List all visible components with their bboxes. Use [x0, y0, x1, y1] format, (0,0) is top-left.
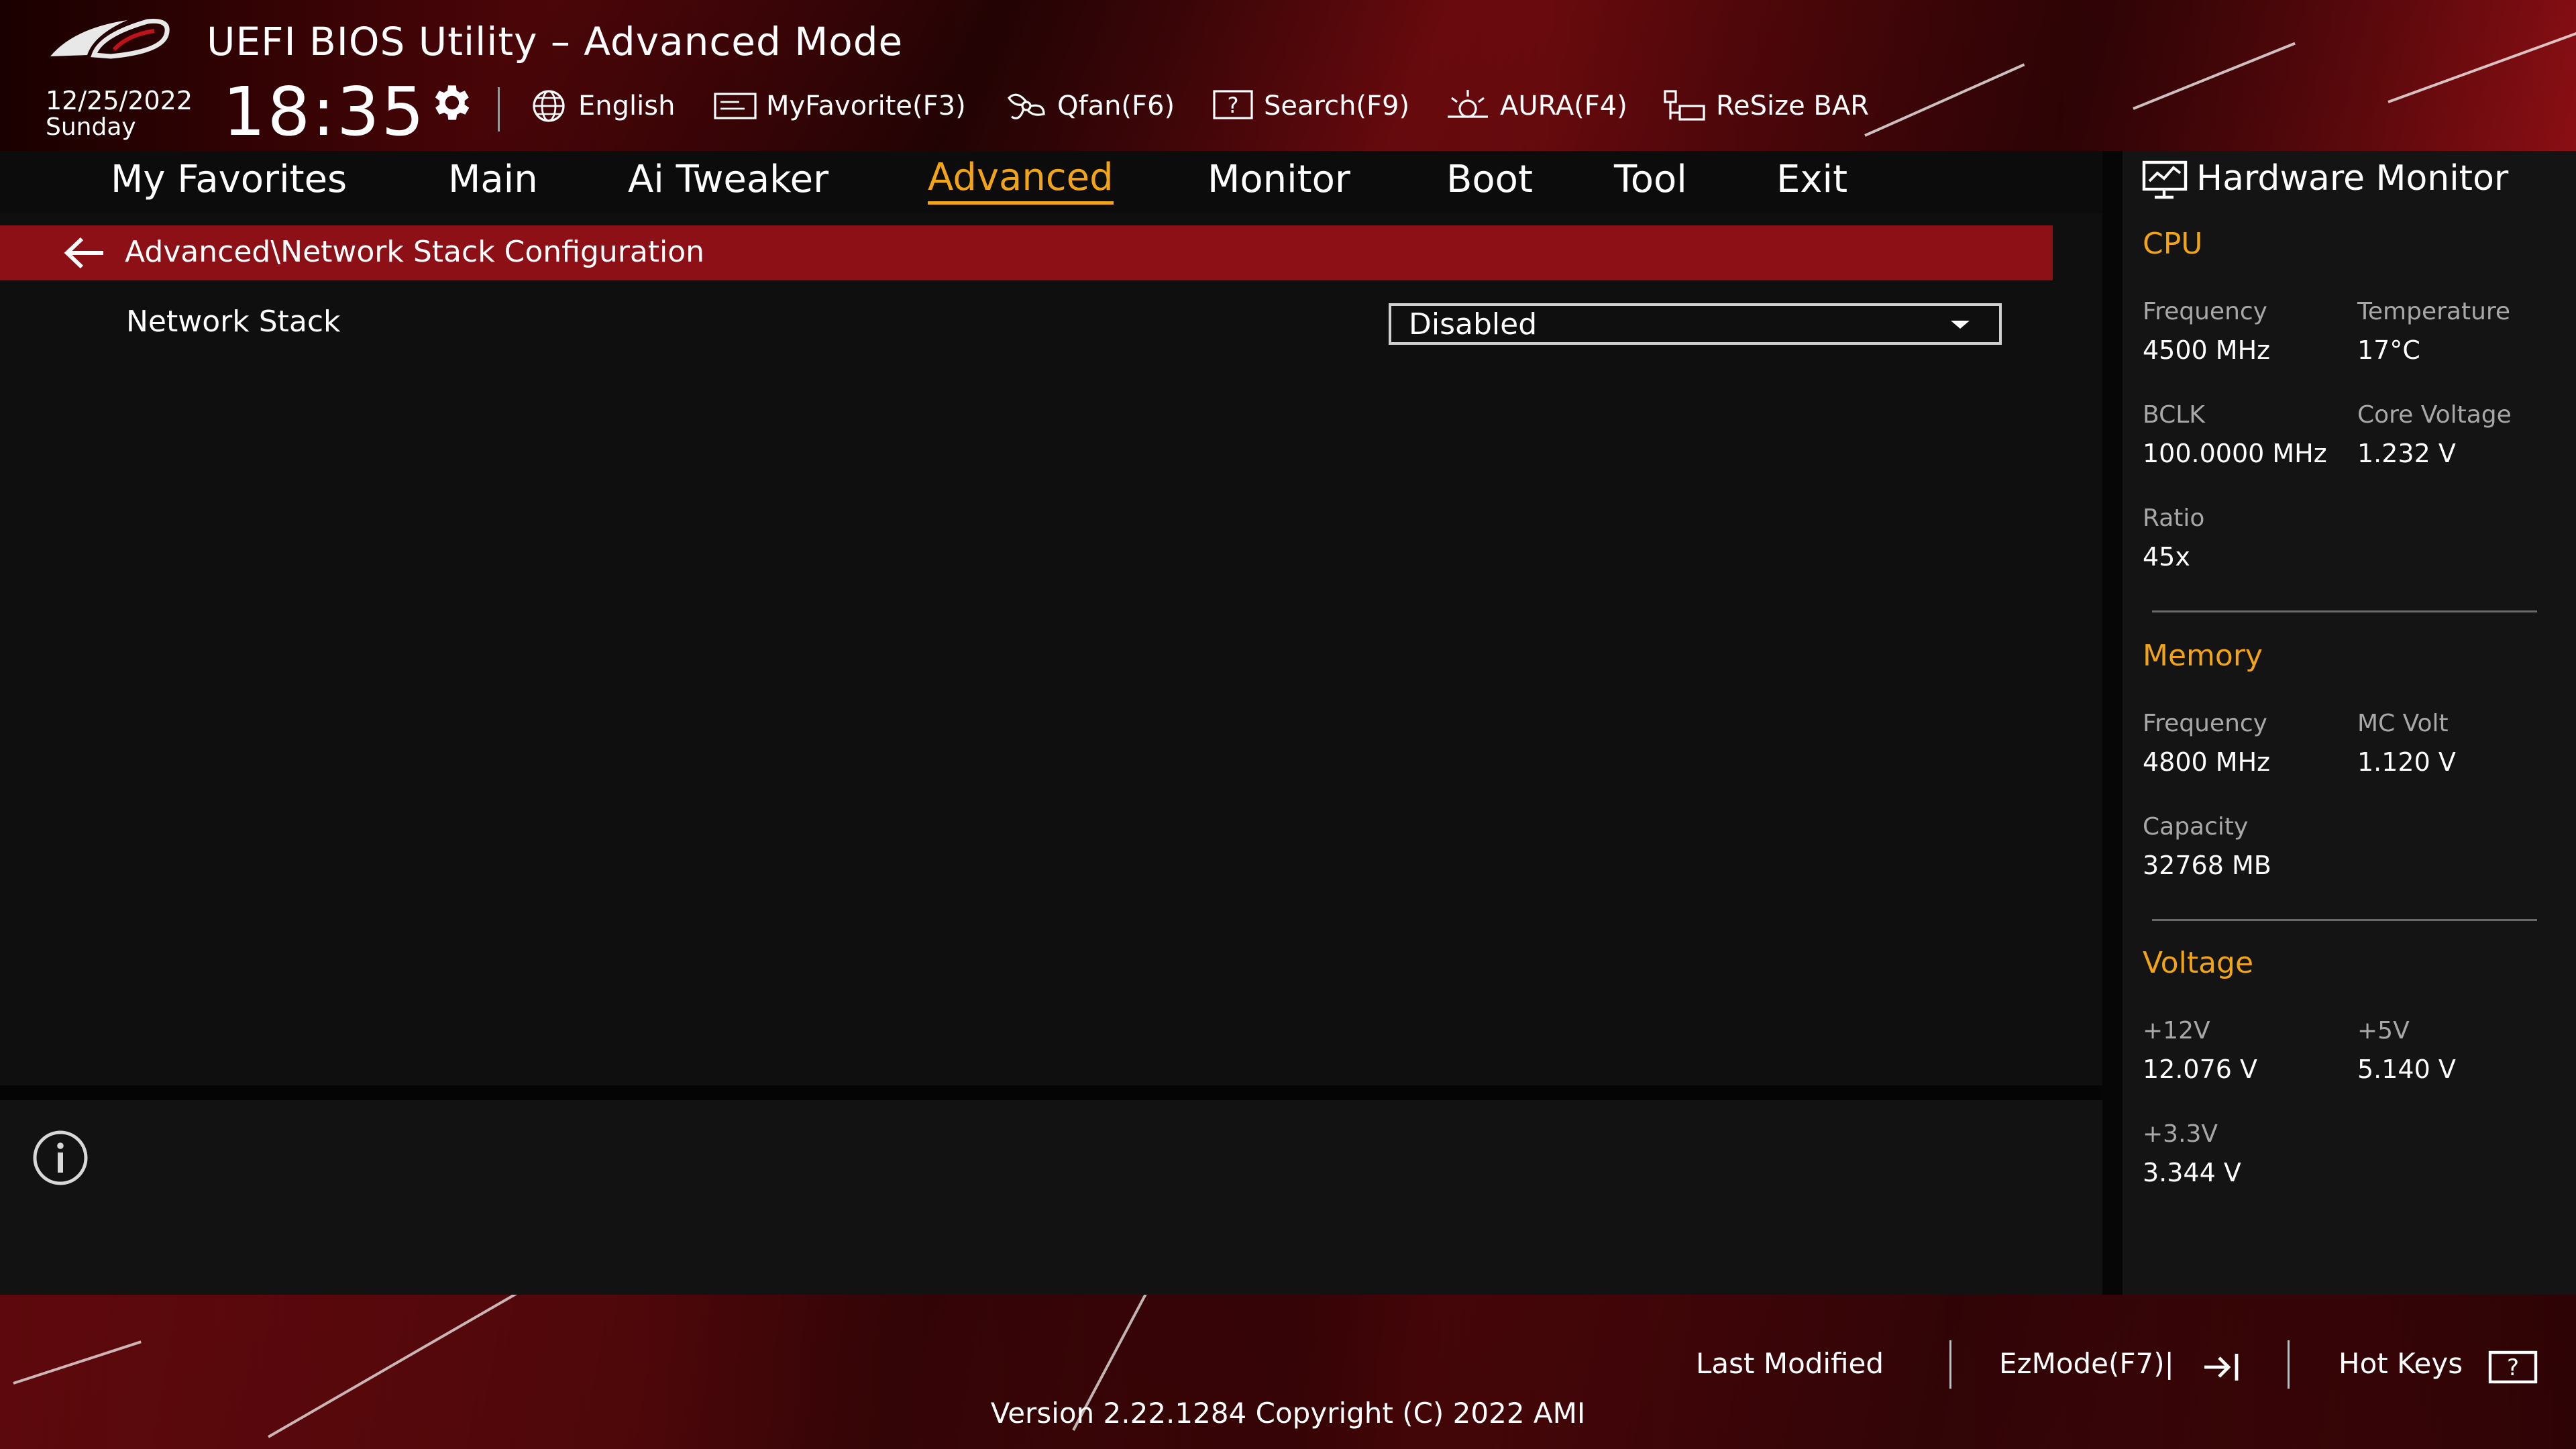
time-display: 18:35: [223, 72, 427, 151]
hardware-monitor-title: Hardware Monitor: [2196, 158, 2509, 199]
qfan-label: Qfan(F6): [1057, 91, 1175, 121]
footer-separator: [2288, 1340, 2290, 1389]
memory-section-title: Memory: [2143, 639, 2263, 673]
ratio-value: 45x: [2143, 542, 2190, 572]
voltage-section-title: Voltage: [2143, 946, 2254, 980]
fan-icon: [1007, 93, 1045, 119]
search-help-icon: ?: [1213, 90, 1253, 119]
tab-exit[interactable]: Exit: [1776, 154, 1847, 205]
v33-value: 3.344 V: [2143, 1158, 2241, 1187]
hardware-monitor-gap: [2102, 151, 2123, 1295]
memory-frequency-label: Frequency: [2143, 710, 2267, 737]
favorite-icon: [714, 93, 757, 119]
v12-label: +12V: [2143, 1017, 2210, 1044]
hotkeys-button[interactable]: Hot Keys: [2339, 1347, 2463, 1380]
globe-icon: [533, 90, 565, 122]
capacity-value: 32768 MB: [2143, 851, 2271, 880]
monitor-icon: [2142, 160, 2188, 199]
search-button[interactable]: ? Search(F9): [1210, 86, 1409, 126]
core-voltage-value: 1.232 V: [2357, 439, 2456, 468]
ratio-label: Ratio: [2143, 504, 2205, 532]
resize-bar-label: ReSize BAR: [1716, 91, 1870, 121]
ezmode-button[interactable]: EzMode(F7)|: [1999, 1347, 2174, 1380]
cpu-frequency-value: 4500 MHz: [2143, 335, 2271, 365]
back-arrow-icon[interactable]: [60, 235, 107, 271]
language-label: English: [578, 91, 676, 121]
help-panel: [0, 1100, 2102, 1295]
gear-icon[interactable]: [427, 79, 474, 126]
last-modified-button[interactable]: Last Modified: [1696, 1347, 1884, 1380]
network-stack-value: Disabled: [1409, 307, 1538, 341]
exit-arrow-icon[interactable]: [2202, 1350, 2242, 1385]
bclk-value: 100.0000 MHz: [2143, 439, 2327, 468]
cpu-temperature-value: 17°C: [2357, 335, 2420, 365]
mc-volt-label: MC Volt: [2357, 710, 2449, 737]
day-display: Sunday: [46, 113, 136, 141]
footer-separator: [1949, 1340, 1951, 1389]
cpu-temperature-label: Temperature: [2357, 298, 2511, 325]
myfavorite-button[interactable]: MyFavorite(F3): [712, 86, 966, 126]
core-voltage-label: Core Voltage: [2357, 401, 2512, 429]
tab-boot[interactable]: Boot: [1446, 154, 1533, 205]
section-divider: [2152, 610, 2537, 612]
resize-bar-button[interactable]: ReSize BAR: [1661, 86, 1869, 126]
v5-label: +5V: [2357, 1017, 2410, 1044]
tab-monitor[interactable]: Monitor: [1208, 154, 1350, 205]
rog-logo: [50, 18, 170, 59]
aura-icon: [1448, 90, 1488, 118]
aura-button[interactable]: AURA(F4): [1445, 86, 1627, 126]
aura-label: AURA(F4): [1500, 91, 1627, 121]
svg-text:?: ?: [1228, 93, 1239, 118]
bclk-label: BCLK: [2143, 401, 2205, 429]
tab-my-favorites[interactable]: My Favorites: [111, 154, 347, 205]
resize-bar-icon: [1664, 90, 1705, 121]
date-display: 12/25/2022: [46, 86, 193, 115]
tab-main[interactable]: Main: [448, 154, 538, 205]
cpu-section-title: CPU: [2143, 227, 2203, 261]
capacity-label: Capacity: [2143, 813, 2249, 841]
memory-frequency-value: 4800 MHz: [2143, 747, 2271, 777]
chevron-down-icon: [1951, 321, 1970, 329]
tab-advanced[interactable]: Advanced: [928, 154, 1114, 205]
breadcrumb: Advanced\Network Stack Configuration: [125, 235, 705, 269]
language-button[interactable]: English: [527, 86, 675, 126]
svg-text:?: ?: [2507, 1354, 2519, 1381]
header-separator: [498, 87, 500, 131]
info-icon: [33, 1130, 88, 1185]
tab-ai-tweaker[interactable]: Ai Tweaker: [628, 154, 828, 205]
qfan-button[interactable]: Qfan(F6): [1004, 86, 1175, 126]
help-icon[interactable]: ?: [2487, 1350, 2538, 1385]
version-text: Version 2.22.1284 Copyright (C) 2022 AMI: [990, 1397, 1586, 1430]
cpu-frequency-label: Frequency: [2143, 298, 2267, 325]
v12-value: 12.076 V: [2143, 1055, 2258, 1084]
network-stack-label: Network Stack: [126, 305, 341, 339]
mc-volt-value: 1.120 V: [2357, 747, 2456, 777]
network-stack-select[interactable]: Disabled: [1389, 303, 2002, 345]
myfavorite-label: MyFavorite(F3): [766, 91, 966, 121]
v33-label: +3.3V: [2143, 1120, 2218, 1148]
v5-value: 5.140 V: [2357, 1055, 2456, 1084]
app-title: UEFI BIOS Utility – Advanced Mode: [207, 19, 904, 64]
search-label: Search(F9): [1264, 91, 1410, 121]
section-divider: [2152, 919, 2537, 921]
panel-divider: [0, 1085, 2102, 1100]
tab-tool[interactable]: Tool: [1614, 154, 1687, 205]
